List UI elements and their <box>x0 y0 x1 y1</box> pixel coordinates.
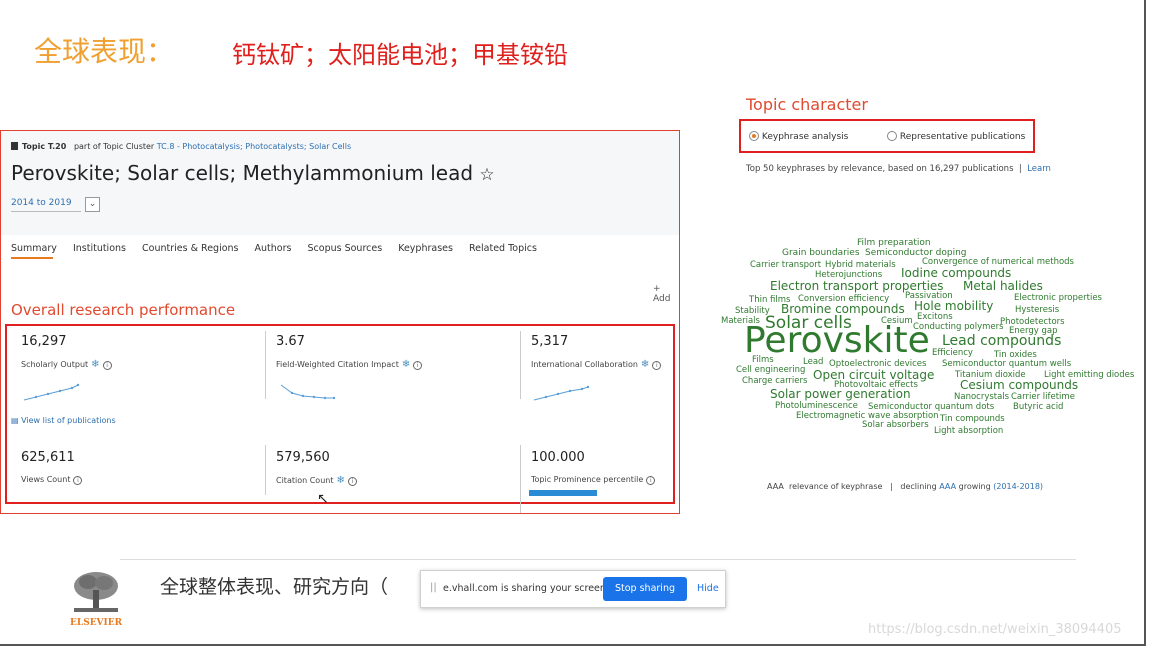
views-count-label: Views Count i <box>21 475 83 485</box>
elsevier-wordmark: ELSEVIER <box>70 618 123 628</box>
year-range-underline <box>11 211 81 212</box>
prominence-label: Topic Prominence percentile i <box>531 475 656 485</box>
keyphrase-legend: AAA relevance of keyphrase | declining A… <box>767 482 1043 491</box>
prominence-value: 100.000 <box>531 450 585 465</box>
metric-label-text: Field-Weighted Citation Impact <box>276 360 399 369</box>
info-icon[interactable]: i <box>652 361 662 370</box>
document-icon: ▤ <box>11 416 22 425</box>
citation-count-value: 579,560 <box>276 450 330 465</box>
tab-summary[interactable]: Summary <box>11 243 57 254</box>
relevance-label: relevance of keyphrase <box>788 482 883 491</box>
intl-collab-sparkline <box>533 385 590 401</box>
topic-title-text: Perovskite; Solar cells; Methylammonium … <box>11 161 474 185</box>
option-keyphrase-analysis[interactable]: Keyphrase analysis <box>749 131 848 142</box>
mouse-cursor-icon: ↖ <box>317 491 329 507</box>
metric-divider <box>265 445 266 495</box>
topic-badge-icon <box>11 142 18 150</box>
growing-label: growing <box>958 482 991 491</box>
trend-color-scale: AAA <box>939 482 957 491</box>
tab-scopus-sources[interactable]: Scopus Sources <box>308 243 383 254</box>
tab-countries-regions[interactable]: Countries & Regions <box>142 243 238 254</box>
keyphrase-note: Top 50 keyphrases by relevance, based on… <box>746 164 1051 174</box>
metric-divider <box>520 445 521 513</box>
screen-share-bar: || e.vhall.com is sharing your screen. S… <box>420 570 726 608</box>
views-count-value: 625,611 <box>21 450 75 465</box>
topic-breadcrumb: Topic T.20 part of Topic Cluster TC.8 - … <box>11 142 351 151</box>
metric-label-text: Views Count <box>21 475 71 484</box>
star-icon[interactable]: ☆ <box>479 165 494 185</box>
bottom-caption: 全球整体表现、研究方向（ <box>160 576 389 598</box>
option-label: Keyphrase analysis <box>761 132 849 142</box>
metric-divider <box>265 331 266 399</box>
keyphrase-note-text: Top 50 keyphrases by relevance, based on… <box>746 164 1014 174</box>
hide-button[interactable]: Hide <box>697 583 719 594</box>
info-icon[interactable]: i <box>413 361 423 370</box>
intl-collab-value: 5,317 <box>531 334 569 349</box>
stop-sharing-button[interactable]: Stop sharing <box>603 577 687 601</box>
tab-authors[interactable]: Authors <box>255 243 292 254</box>
active-tab-indicator <box>11 257 53 259</box>
elsevier-tree-icon <box>70 570 122 614</box>
metric-divider <box>520 331 521 399</box>
info-icon[interactable]: i <box>102 361 112 370</box>
tab-related-topics[interactable]: Related Topics <box>469 243 537 254</box>
option-representative-publications[interactable]: Representative publications <box>887 131 1025 142</box>
radio-selected-icon[interactable] <box>749 131 759 141</box>
topic-badge: Topic T.20 <box>22 142 67 151</box>
scholarly-output-value: 16,297 <box>21 334 67 349</box>
declining-label: declining <box>900 482 937 491</box>
watermark: https://blog.csdn.net/weixin_38094405 <box>868 622 1122 637</box>
year-range-select[interactable]: 2014 to 2019 <box>11 198 72 208</box>
bottom-divider <box>120 559 1076 560</box>
scholarly-output-sparkline <box>23 383 80 401</box>
view-list-text: View list of publications <box>21 416 116 425</box>
topic-panel: Topic T.20 part of Topic Cluster TC.8 - … <box>0 130 680 514</box>
view-publications-link[interactable]: ▤ View list of publications <box>11 416 116 425</box>
tab-keyphrases[interactable]: Keyphrases <box>398 243 453 254</box>
metric-label-text: International Collaboration <box>531 360 638 369</box>
legend-separator: | <box>890 482 893 491</box>
info-icon[interactable]: i <box>347 477 357 486</box>
performance-heading: Overall research performance <box>11 301 236 319</box>
elsevier-logo: ELSEVIER <box>70 570 122 628</box>
snowflake-icon: ❄ <box>91 359 100 370</box>
topic-character-heading: Topic character <box>746 95 868 114</box>
metric-label-text: Topic Prominence percentile <box>531 475 644 484</box>
metric-label-text: Scholarly Output <box>21 360 89 369</box>
share-status-text: e.vhall.com is sharing your screen. <box>443 583 609 594</box>
topic-title: Perovskite; Solar cells; Methylammonium … <box>11 161 495 185</box>
drag-handle-icon[interactable]: || <box>430 582 437 593</box>
chevron-down-icon[interactable]: ⌄ <box>85 197 100 212</box>
fwci-value: 3.67 <box>276 334 305 349</box>
fwci-label: Field-Weighted Citation Impact ❄ i <box>276 359 423 370</box>
info-icon[interactable]: i <box>646 476 656 485</box>
cluster-prefix: part of Topic Cluster <box>73 142 155 151</box>
metric-label-text: Citation Count <box>276 476 334 485</box>
snowflake-icon: ❄ <box>640 359 650 370</box>
relevance-size-scale: AAA <box>767 482 784 491</box>
slide-subtitle: 钙钛矿；太阳能电池；甲基铵铅 <box>232 41 568 69</box>
fwci-sparkline <box>280 384 336 400</box>
learn-link[interactable]: Learn <box>1027 164 1051 174</box>
snowflake-icon: ❄ <box>401 359 411 370</box>
scholarly-output-label: Scholarly Output ❄ i <box>21 359 112 370</box>
radio-unselected-icon[interactable] <box>887 131 897 141</box>
info-icon[interactable]: i <box>73 476 83 485</box>
intl-collab-label: International Collaboration ❄ i <box>531 359 662 370</box>
add-button[interactable]: + Add <box>653 284 679 304</box>
topic-character-options: Keyphrase analysis Representative public… <box>739 119 1035 153</box>
legend-year-range: (2014-2018) <box>993 482 1044 491</box>
option-label: Representative publications <box>899 132 1026 142</box>
cluster-link[interactable]: TC.8 - Photocatalysis; Photocatalysts; S… <box>157 142 351 151</box>
prominence-bar <box>529 490 597 496</box>
snowflake-icon: ❄ <box>336 475 345 486</box>
slide-title: 全球表现： <box>34 35 175 68</box>
citation-count-label: Citation Count ❄ i <box>276 475 357 486</box>
topic-tabs: Summary Institutions Countries & Regions… <box>11 243 550 254</box>
tab-institutions[interactable]: Institutions <box>73 243 126 254</box>
